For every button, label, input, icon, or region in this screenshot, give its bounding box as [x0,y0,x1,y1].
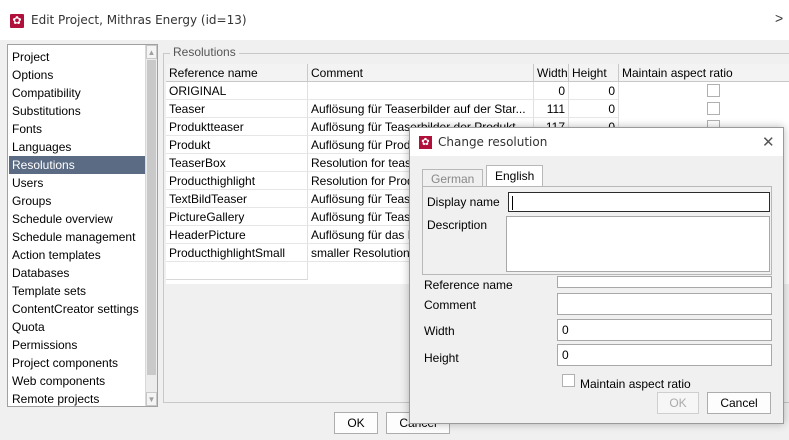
col-height[interactable]: Height [569,64,619,82]
nav-item-quota[interactable]: Quota [9,318,146,336]
maintain-aspect-ratio-checkbox[interactable] [562,374,575,387]
height-field[interactable]: 0 [557,344,772,366]
table-row-width[interactable]: 0 [534,82,569,100]
col-width[interactable]: Width [534,64,569,82]
dialog-titlebar: ✿ Change resolution ✕ [410,128,783,156]
col-maintain-aspect-ratio[interactable]: Maintain aspect ratio [619,64,789,82]
nav-item-resolutions[interactable]: Resolutions [9,156,146,174]
settings-gear-icon: ✿ [419,136,432,149]
settings-gear-icon: ✿ [10,14,24,28]
description-textarea[interactable] [506,216,770,272]
nav-item-users[interactable]: Users [9,174,146,192]
display-name-field[interactable] [508,192,770,212]
dialog-ok-button[interactable]: OK [657,392,699,414]
tab-english[interactable]: English [486,165,544,187]
table-row-name[interactable]: HeaderPicture [166,226,308,244]
width-field[interactable]: 0 [557,319,772,341]
col-reference-name[interactable]: Reference name [166,64,308,82]
dialog-cancel-button[interactable]: Cancel [707,392,771,414]
close-icon[interactable]: > [775,10,783,26]
scroll-up-icon[interactable]: ▲ [146,45,157,59]
nav-item-template-sets[interactable]: Template sets [9,282,146,300]
width-label: Width [424,324,455,338]
table-row-name[interactable]: Producthighlight [166,172,308,190]
nav-item-compatibility[interactable]: Compatibility [9,84,146,102]
nav-item-action-templates[interactable]: Action templates [9,246,146,264]
table-row-name[interactable]: Produkt [166,136,308,154]
table-row-name[interactable]: TeaserBox [166,154,308,172]
nav-item-remote-projects[interactable]: Remote projects [9,390,146,406]
table-row-height[interactable]: 0 [569,100,619,118]
table-row-width[interactable]: 111 [534,100,569,118]
table-row-maintain-checkbox[interactable] [707,102,720,115]
close-icon[interactable]: ✕ [762,133,775,151]
nav-item-schedule-management[interactable]: Schedule management [9,228,146,246]
display-name-label: Display name [427,195,500,209]
table-row-comment[interactable]: Auflösung für Teaserbilder auf der Star.… [308,100,534,118]
table-row-height[interactable]: 0 [569,82,619,100]
nav-item-project[interactable]: Project [9,48,146,66]
change-resolution-dialog: ✿ Change resolution ✕ German English Dis… [409,127,784,424]
table-row-name[interactable]: ORIGINAL [166,82,308,100]
nav-item-options[interactable]: Options [9,66,146,84]
table-row-empty[interactable] [166,262,308,280]
nav-item-permissions[interactable]: Permissions [9,336,146,354]
table-row-name[interactable]: ProducthighlightSmall [166,244,308,262]
nav-item-contentcreator-settings[interactable]: ContentCreator settings [9,300,146,318]
nav-item-substitutions[interactable]: Substitutions [9,102,146,120]
nav-scrollbar[interactable]: ▲ ▼ [145,45,157,406]
col-comment[interactable]: Comment [308,64,534,82]
nav-item-schedule-overview[interactable]: Schedule overview [9,210,146,228]
nav-item-project-components[interactable]: Project components [9,354,146,372]
nav-list: Project Options Compatibility Substituti… [7,44,158,407]
table-row-name[interactable]: Teaser [166,100,308,118]
comment-field[interactable] [557,293,772,315]
nav-item-groups[interactable]: Groups [9,192,146,210]
scroll-thumb[interactable] [147,60,156,375]
nav-item-fonts[interactable]: Fonts [9,120,146,138]
table-row-name[interactable]: Produktteaser [166,118,308,136]
table-row-comment[interactable] [308,82,534,100]
table-row-name[interactable]: TextBildTeaser [166,190,308,208]
reference-name-field[interactable] [557,276,772,288]
tab-german[interactable]: German [422,169,484,187]
scroll-down-icon[interactable]: ▼ [146,392,157,406]
nav-item-web-components[interactable]: Web components [9,372,146,390]
height-label: Height [424,351,459,365]
nav-item-databases[interactable]: Databases [9,264,146,282]
comment-label: Comment [424,298,477,312]
text-caret [512,196,513,210]
maintain-aspect-ratio-label: Maintain aspect ratio [580,377,691,391]
reference-name-label: Reference name [424,278,513,292]
description-label: Description [427,218,488,232]
window-title: Edit Project, Mithras Energy (id=13) [31,13,247,27]
dialog-title: Change resolution [438,135,548,149]
ok-button[interactable]: OK [334,412,378,434]
window-titlebar: ✿ Edit Project, Mithras Energy (id=13) > [0,0,789,40]
table-row-name[interactable]: PictureGallery [166,208,308,226]
table-row-maintain-checkbox[interactable] [707,84,720,97]
resolutions-group-label: Resolutions [170,45,239,59]
nav-item-languages[interactable]: Languages [9,138,146,156]
